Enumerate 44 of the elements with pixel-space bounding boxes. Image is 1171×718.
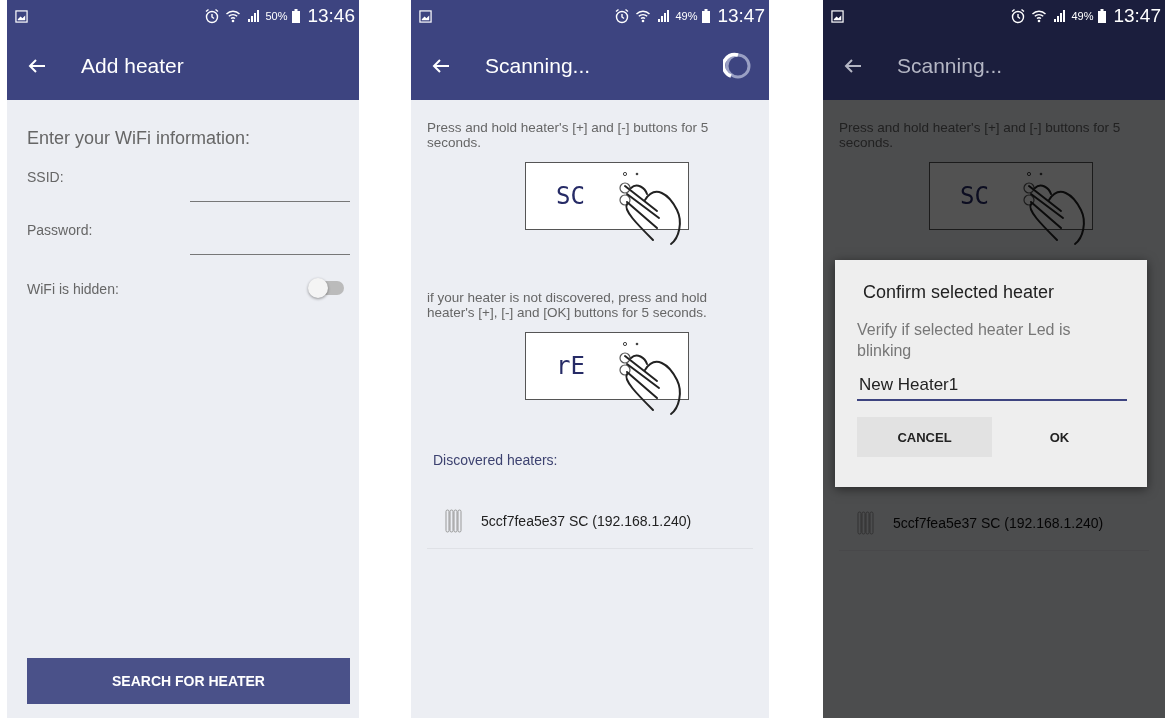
screen-title: Scanning...: [897, 54, 1003, 78]
wifi-icon: [635, 8, 652, 24]
toggle-label: WiFi is hidden:: [27, 281, 119, 297]
status-time: 13:46: [307, 5, 355, 27]
search-button[interactable]: SEARCH FOR HEATER: [27, 658, 350, 704]
radiator-icon: [445, 508, 463, 534]
panel-display-text: rE: [556, 352, 585, 380]
panel-display-text: SC: [960, 182, 989, 210]
field-label: Password:: [27, 222, 93, 238]
battery-percentage: 49%: [1071, 10, 1094, 22]
wifi-icon: [1031, 8, 1048, 24]
alarm-clock-icon: [614, 8, 631, 24]
signal-icon: [656, 9, 671, 23]
battery-icon: [292, 9, 301, 23]
signal-icon: [1052, 9, 1067, 23]
status-time: 13:47: [1113, 5, 1161, 27]
dialog-message: Verify if selected heater Led is blinking: [857, 320, 1072, 361]
status-time: 13:47: [717, 5, 765, 27]
instruction-text: Press and hold heater's [+] and [-] buttons for 5 seconds.: [427, 120, 710, 150]
alarm-clock-icon: [1010, 8, 1027, 24]
ok-button[interactable]: OK: [992, 417, 1127, 457]
form-heading: Enter your WiFi information:: [27, 128, 252, 149]
image-icon: [419, 9, 432, 23]
alarm-clock-icon: [204, 8, 221, 24]
instruction-text: if your heater is not discovered, press and hold heater's [+], [-] and [OK] buttons for 5 seconds.: [427, 290, 708, 320]
field-label: SSID:: [27, 169, 64, 185]
wifi-icon: [225, 8, 242, 24]
loading-spinner-icon: [723, 51, 753, 81]
screen-title: Scanning...: [485, 54, 591, 78]
cancel-button[interactable]: CANCEL: [857, 417, 992, 457]
image-icon: [15, 9, 28, 23]
signal-icon: [246, 9, 261, 23]
panel-display-text: SC: [556, 182, 585, 210]
discovered-heading: Discovered heaters:: [432, 452, 559, 468]
battery-percentage: 49%: [675, 10, 698, 22]
battery-icon: [702, 9, 711, 23]
battery-icon: [1098, 9, 1107, 23]
dialog-title: Confirm selected heater: [863, 282, 1056, 303]
battery-percentage: 50%: [265, 10, 288, 22]
screen-title: Add heater: [81, 54, 184, 78]
image-icon: [831, 9, 844, 23]
heater-name-field[interactable]: New Heater1: [857, 373, 1127, 401]
heater-list-item[interactable]: 5ccf7fea5e37 SC (192.168.1.240): [427, 468, 753, 549]
toggle-switch[interactable]: [310, 281, 344, 295]
